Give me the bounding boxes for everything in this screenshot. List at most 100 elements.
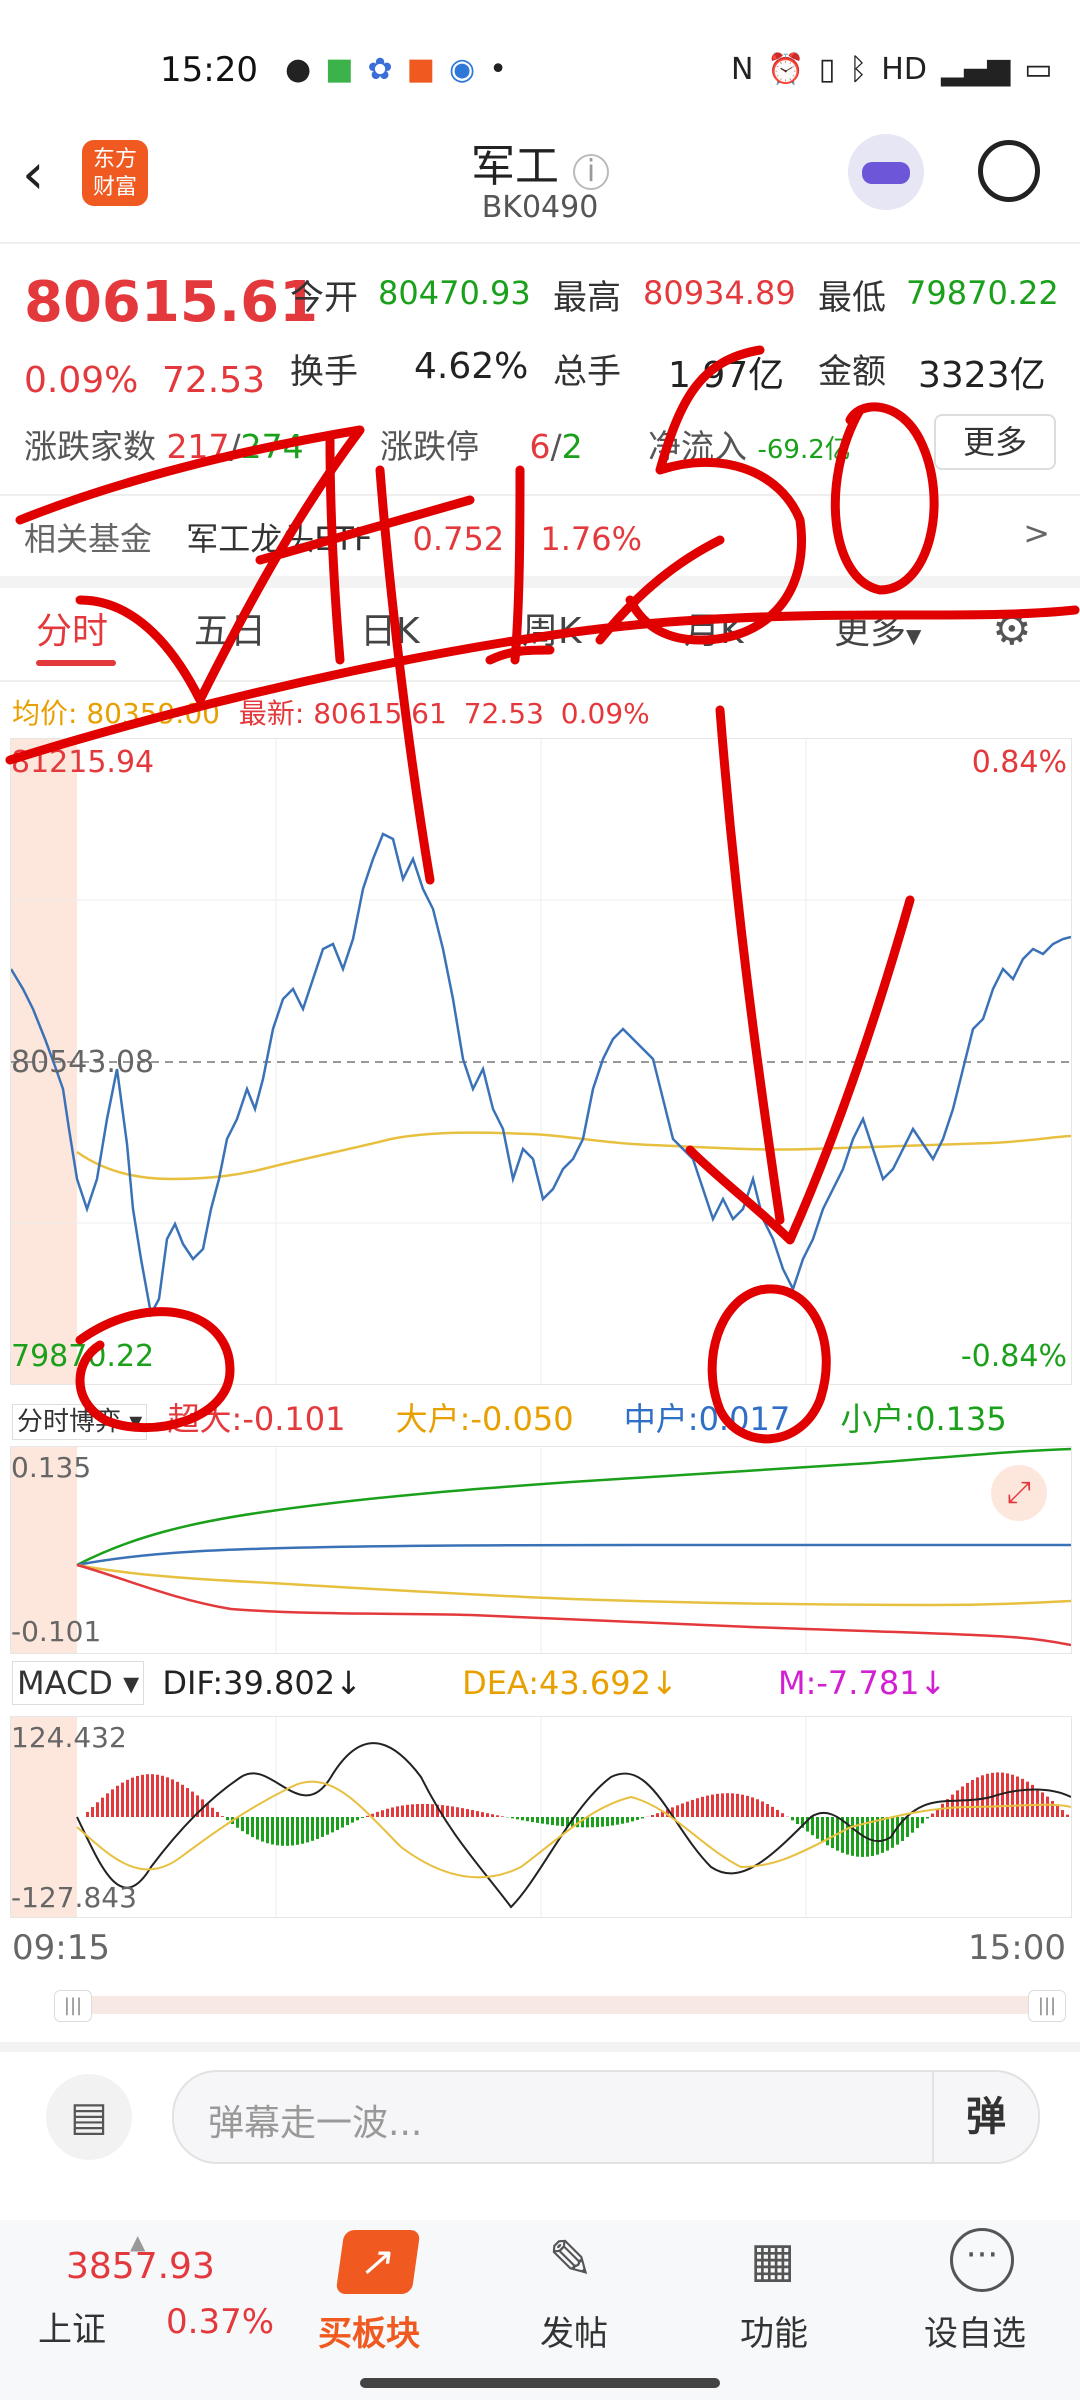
mid-value: 0.017 (698, 1400, 791, 1438)
nfc-icon: N (730, 52, 754, 87)
macd-bar (651, 1815, 654, 1817)
macd-bar (361, 1817, 364, 1818)
intraday-chart[interactable]: 81215.94 0.84% 80543.08 79870.22 -0.84% (10, 738, 1072, 1385)
tab-monthly-k[interactable]: 月K (684, 602, 744, 654)
low-value: 79870.22 (906, 274, 1059, 312)
related-fund-percent: 1.76% (540, 520, 642, 558)
tab-daily-k[interactable]: 日K (360, 602, 420, 654)
macd-bar (271, 1817, 274, 1845)
note-icon[interactable]: ▤ (46, 2074, 132, 2160)
tab-intraday[interactable]: 分时 (36, 602, 108, 654)
vibrate-icon: ▯ (818, 52, 836, 87)
macd-chart[interactable]: 124.432 -127.843 (10, 1716, 1072, 1918)
macd-bar (791, 1817, 794, 1821)
macd-bar (941, 1803, 944, 1817)
macd-bar (1026, 1781, 1029, 1817)
avg-label: 均价: (12, 697, 78, 730)
more-button[interactable]: 更多 (934, 414, 1056, 470)
slider-right-handle[interactable]: ||| (1028, 1990, 1066, 2022)
status-bar: 15:20 ● ■ ✿ ■ ◉ • N ⏰ ▯ ᛒ HD ▂▄▆ ▭ (0, 0, 1080, 130)
macd-bar (91, 1807, 94, 1817)
macd-header: MACD ▾ DIF:39.802↓ DEA:43.692↓ M:-7.781↓ (12, 1661, 946, 1705)
post-edit-icon[interactable]: ✎ (548, 2228, 593, 2291)
buy-board-icon[interactable]: ↗ (335, 2230, 421, 2294)
down-count: 274 (240, 427, 304, 466)
macd-bar (751, 1797, 754, 1817)
macd-bar (391, 1807, 394, 1817)
fund-flow-svg (11, 1447, 1071, 1653)
more-dots-icon[interactable]: ··· (950, 2228, 1014, 2292)
macd-bar (101, 1797, 104, 1817)
buy-board-label[interactable]: 买板块 (318, 2306, 420, 2355)
time-end: 15:00 (968, 1928, 1066, 1968)
fund-flow-selector[interactable]: 分时博弈 ▾ (12, 1404, 148, 1440)
macd-bar (491, 1814, 494, 1817)
macd-bar (736, 1793, 739, 1817)
macd-bar (616, 1817, 619, 1825)
bluetooth-icon: ᛒ (849, 52, 868, 87)
macd-bar (881, 1817, 884, 1853)
updown-label: 涨跌家数 (24, 427, 156, 466)
macd-bar (526, 1817, 529, 1822)
macd-bar (121, 1782, 124, 1817)
settings-gear-icon[interactable]: ⚙ (992, 604, 1031, 655)
board-code: BK0490 (481, 190, 599, 225)
macd-ymax: 124.432 (11, 1721, 127, 1754)
tab-more[interactable]: 更多▼ (834, 602, 921, 654)
macd-bar (1056, 1805, 1059, 1817)
intraday-chart-svg (11, 739, 1071, 1384)
macd-selector[interactable]: MACD ▾ (12, 1661, 145, 1705)
macd-selector-label: MACD (17, 1664, 113, 1702)
macd-bar (741, 1794, 744, 1817)
add-watchlist-label[interactable]: 设自选 (924, 2306, 1026, 2355)
related-fund-row[interactable]: 相关基金 军工龙头ETF 0.752 1.76% > (24, 514, 1064, 574)
macd-bar (761, 1801, 764, 1817)
header-divider (0, 242, 1080, 244)
latest-percent: 0.09% (560, 697, 650, 730)
macd-bar (461, 1808, 464, 1817)
wechat-icon: ● (285, 52, 312, 87)
avg-price-row: 均价: 80359.00 最新: 80615.61 72.53 0.09% (12, 692, 650, 732)
tab-more-label: 更多 (834, 611, 907, 652)
macd-bar (431, 1804, 434, 1817)
macd-bar (251, 1817, 254, 1838)
fund-flow-chart[interactable]: 0.135 -0.101 ⤢ (10, 1446, 1072, 1654)
index-percent[interactable]: 0.37% (166, 2302, 274, 2342)
macd-bar (831, 1817, 834, 1849)
low-label: 最低 (818, 278, 886, 318)
danmu-toggle-button[interactable]: 弹 (932, 2072, 1038, 2162)
info-icon[interactable]: i (573, 154, 609, 190)
robot-avatar-icon[interactable] (848, 134, 924, 210)
macd-bar (186, 1788, 189, 1817)
macd-histogram (86, 1772, 1069, 1857)
macd-bar (711, 1794, 714, 1817)
chart-bottom-price: 79870.22 (11, 1339, 155, 1374)
macd-bar (796, 1817, 799, 1825)
slider-left-handle[interactable]: ||| (54, 1990, 92, 2022)
function-label[interactable]: 功能 (740, 2306, 808, 2355)
tab-weekly-k[interactable]: 周K (522, 602, 582, 654)
fund-flow-header: 分时博弈 ▾ 超大:-0.101 大户:-0.050 中户:0.017 小户:0… (12, 1394, 1007, 1440)
chart-mid-price: 80543.08 (11, 1045, 155, 1080)
macd-bar (176, 1781, 179, 1817)
macd-bar (561, 1817, 564, 1827)
macd-bar (481, 1812, 484, 1817)
search-icon[interactable] (978, 140, 1040, 202)
page-title-text: 军工 (471, 141, 559, 192)
index-value[interactable]: 3857.93 (66, 2246, 215, 2287)
tab-five-day[interactable]: 五日 (194, 602, 266, 654)
macd-bar (851, 1817, 854, 1856)
macd-bar (111, 1789, 114, 1817)
function-grid-icon[interactable]: ▦ (750, 2232, 795, 2288)
chevron-right-icon: > (1023, 514, 1050, 552)
time-range-slider[interactable] (54, 1996, 1054, 2014)
macd-bar (326, 1817, 329, 1835)
post-label[interactable]: 发帖 (540, 2306, 608, 2355)
danmu-input[interactable]: 弹幕走一波... 弹 (172, 2070, 1040, 2164)
macd-bar (596, 1817, 599, 1828)
macd-bar (536, 1817, 539, 1823)
index-name[interactable]: 上证 (38, 2302, 106, 2351)
expand-icon[interactable]: ⤢ (991, 1465, 1047, 1521)
turnover-label: 换手 (290, 352, 358, 392)
macd-bar (291, 1817, 294, 1846)
